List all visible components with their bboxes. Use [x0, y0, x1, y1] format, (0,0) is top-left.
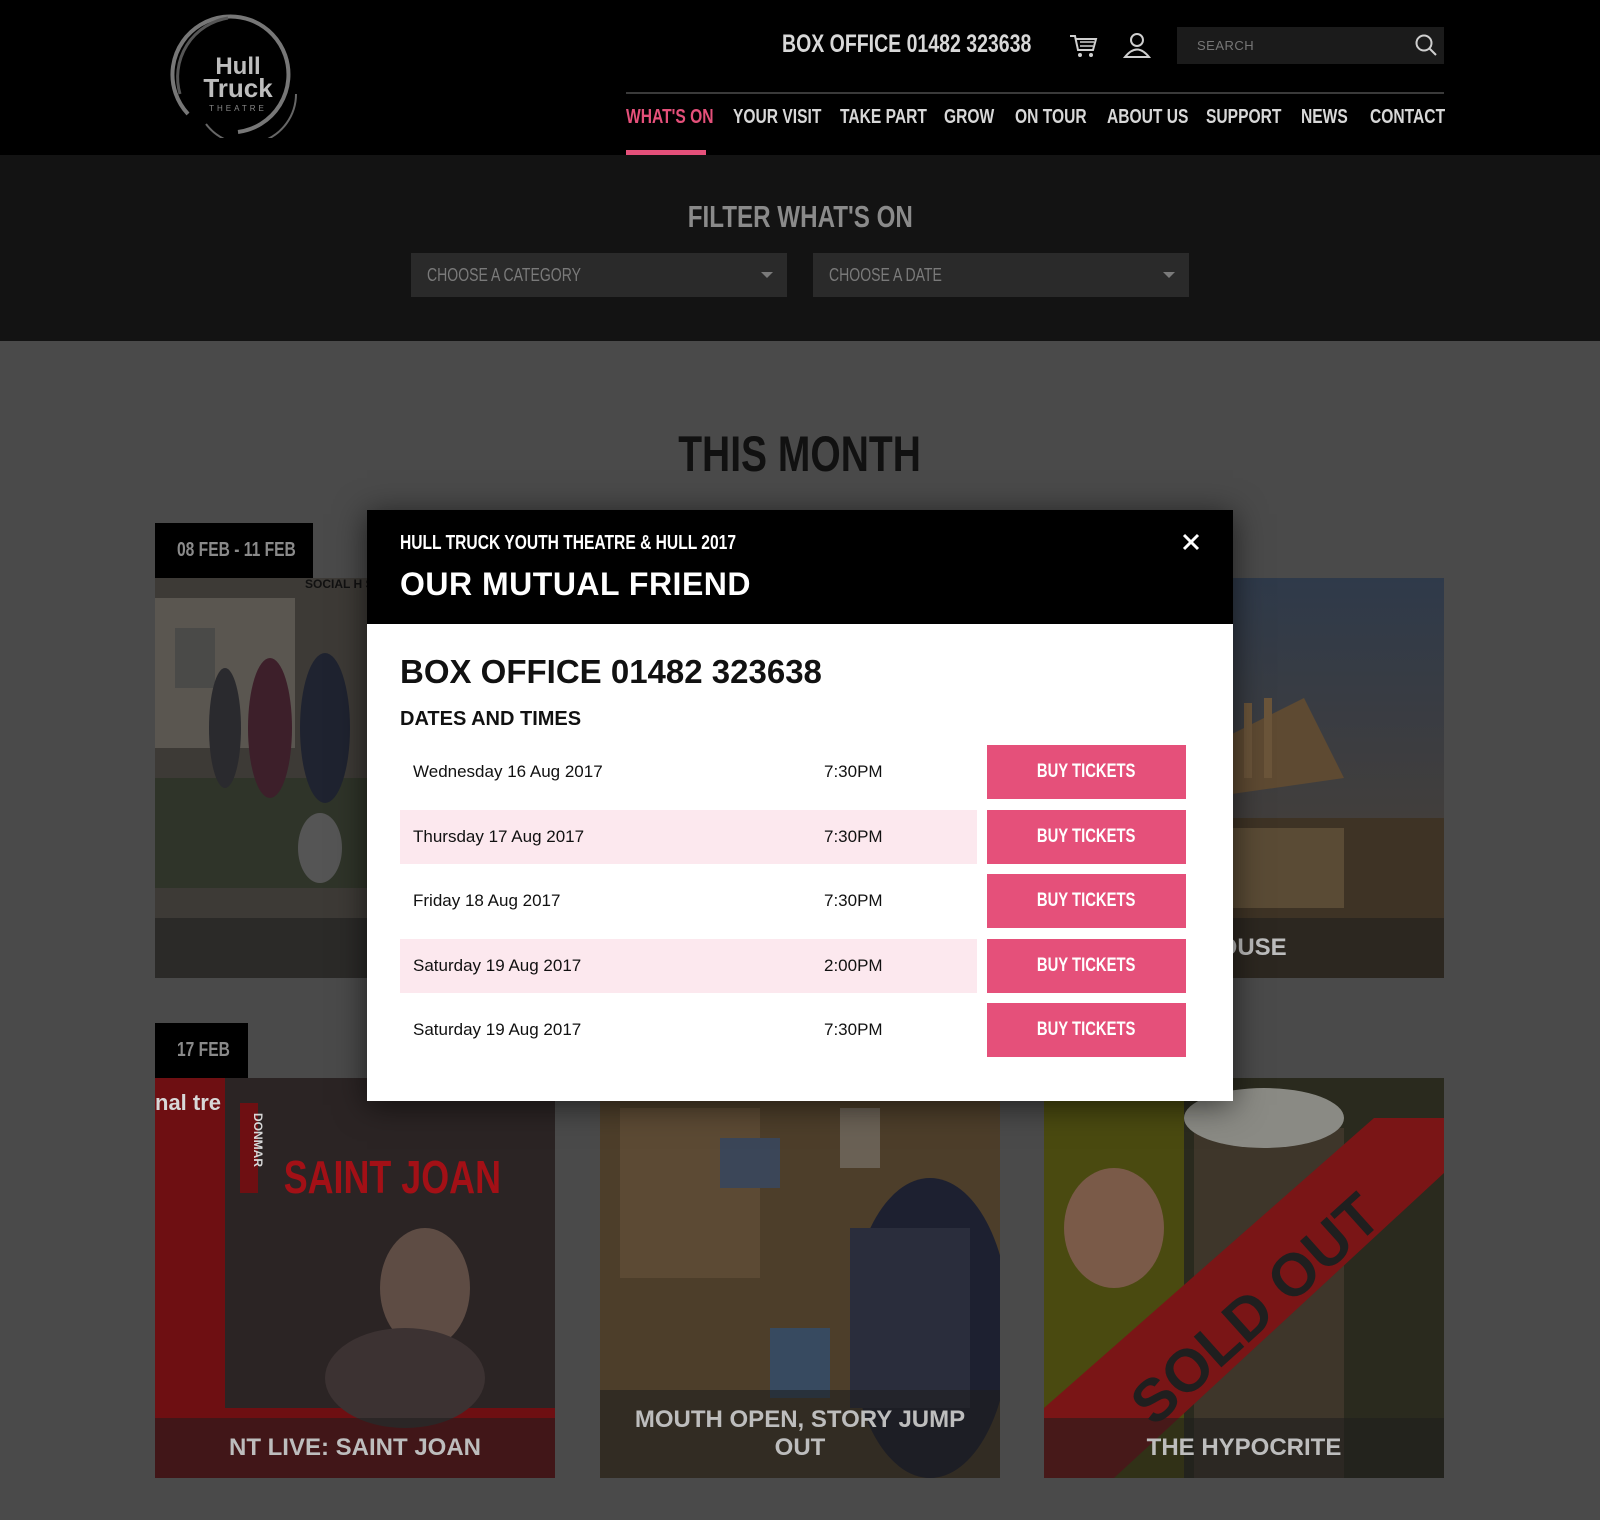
logo-text-truck: Truck [203, 73, 273, 103]
modal-title: OUR MUTUAL FRIEND [400, 566, 751, 602]
performance-row: Saturday 19 Aug 2017 7:30PM BUY TICKETS [400, 1003, 1186, 1057]
nav-item-contact[interactable]: CONTACT [1370, 106, 1445, 155]
dates-modal: HULL TRUCK YOUTH THEATRE & HULL 2017 OUR… [367, 510, 1233, 1101]
performance-row: Saturday 19 Aug 2017 2:00PM BUY TICKETS [400, 939, 1186, 993]
buy-tickets-button[interactable]: BUY TICKETS [987, 810, 1186, 864]
cart-icon[interactable] [1068, 30, 1098, 60]
performance-date: Thursday 17 Aug 2017 [413, 827, 585, 846]
nav-item-whats-on[interactable]: WHAT'S ON [626, 106, 733, 155]
modal-header: HULL TRUCK YOUTH THEATRE & HULL 2017 OUR… [367, 510, 1233, 624]
buy-tickets-button[interactable]: BUY TICKETS [987, 874, 1186, 928]
nav-divider [626, 92, 1444, 94]
performance-date: Saturday 19 Aug 2017 [413, 1020, 582, 1039]
performance-time: 7:30PM [824, 1020, 883, 1039]
buy-tickets-button[interactable]: BUY TICKETS [987, 939, 1186, 993]
nav-item-take-part[interactable]: TAKE PART [840, 106, 944, 155]
search-input[interactable] [1177, 27, 1407, 64]
performance-date: Saturday 19 Aug 2017 [413, 956, 582, 975]
performance-time: 7:30PM [824, 891, 883, 910]
modal-subtitle: HULL TRUCK YOUTH THEATRE & HULL 2017 [400, 532, 737, 554]
modal-box-office: BOX OFFICE 01482 323638 [400, 653, 822, 690]
buy-tickets-button[interactable]: BUY TICKETS [987, 1003, 1186, 1057]
performance-date: Wednesday 16 Aug 2017 [413, 762, 603, 781]
site-header: Hull Truck THEATRE BOX OFFICE 01482 3236… [0, 0, 1600, 155]
performance-row: Friday 18 Aug 2017 7:30PM BUY TICKETS [400, 874, 1186, 928]
performance-row: Wednesday 16 Aug 2017 7:30PM BUY TICKETS [400, 745, 1186, 799]
nav-item-your-visit[interactable]: YOUR VISIT [733, 106, 840, 155]
search-box [1177, 27, 1444, 64]
nav-item-about-us[interactable]: ABOUT US [1107, 106, 1206, 155]
main-nav: WHAT'S ON YOUR VISIT TAKE PART GROW ON T… [626, 106, 1445, 155]
performance-row: Thursday 17 Aug 2017 7:30PM BUY TICKETS [400, 810, 1186, 864]
search-icon[interactable] [1414, 33, 1438, 57]
dates-and-times-heading: DATES AND TIMES [400, 708, 582, 730]
box-office-phone[interactable]: BOX OFFICE 01482 323638 [782, 30, 1031, 59]
performance-time: 7:30PM [824, 827, 883, 846]
close-icon[interactable] [1179, 530, 1203, 554]
nav-item-on-tour[interactable]: ON TOUR [1015, 106, 1107, 155]
nav-item-grow[interactable]: GROW [944, 106, 1015, 155]
performance-date: Friday 18 Aug 2017 [413, 891, 561, 910]
nav-item-support[interactable]: SUPPORT [1206, 106, 1301, 155]
buy-tickets-button[interactable]: BUY TICKETS [987, 745, 1186, 799]
nav-item-news[interactable]: NEWS [1301, 106, 1370, 155]
logo-text-theatre: THEATRE [209, 104, 267, 113]
performance-time: 2:00PM [824, 956, 883, 975]
user-account-icon[interactable] [1122, 30, 1152, 60]
hull-truck-logo[interactable]: Hull Truck THEATRE [168, 14, 306, 138]
performance-time: 7:30PM [824, 762, 883, 781]
